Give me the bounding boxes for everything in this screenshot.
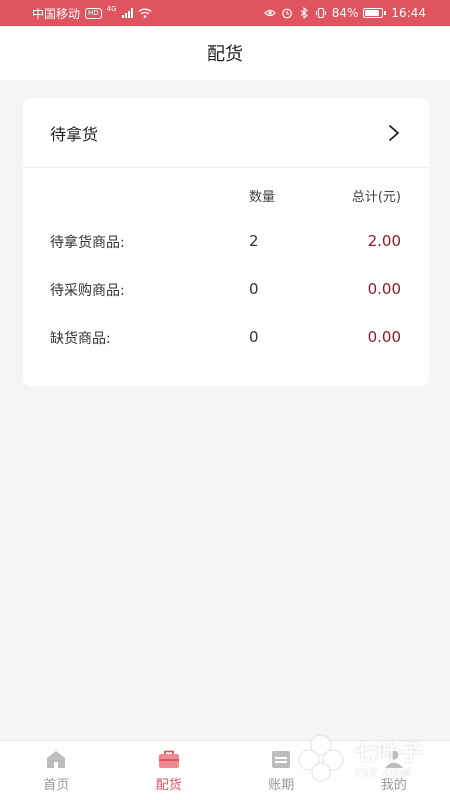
carrier-name: 中国移动 bbox=[32, 6, 81, 21]
row-quantity: 0 bbox=[249, 280, 259, 298]
table-header: 数量 总计(元) bbox=[23, 186, 429, 206]
tab-home[interactable]: 首页 bbox=[0, 741, 113, 800]
row-label: 待拿货商品: bbox=[50, 235, 125, 251]
total-column-header: 总计(元) bbox=[351, 190, 401, 205]
row-quantity: 0 bbox=[249, 328, 259, 346]
pending-pickup-label: 待拿货 bbox=[50, 124, 99, 144]
wifi-icon bbox=[138, 8, 152, 18]
battery-icon bbox=[363, 8, 387, 18]
quantity-column-header: 数量 bbox=[249, 190, 276, 205]
clock: 16:44 bbox=[391, 6, 426, 20]
battery-percent: 84% bbox=[331, 6, 359, 20]
row-label: 待采购商品: bbox=[50, 283, 125, 299]
alarm-icon bbox=[281, 8, 292, 19]
watermark-brand: 七叶子 bbox=[354, 740, 424, 766]
row-total: 0.00 bbox=[367, 280, 401, 298]
watermark: 七叶子 7YZ.COM bbox=[294, 726, 434, 788]
leaf-logo-icon bbox=[298, 734, 344, 782]
calendar-icon bbox=[272, 751, 291, 768]
row-quantity: 2 bbox=[249, 232, 259, 250]
home-icon bbox=[47, 751, 66, 768]
status-bar: 中国移动 HD 4G 84% 16:44 bbox=[0, 0, 450, 26]
row-total: 0.00 bbox=[367, 328, 401, 346]
table-row: 缺货商品: 0 0.00 bbox=[23, 328, 429, 348]
page-title: 配货 bbox=[207, 44, 243, 65]
tab-distribution[interactable]: 配货 bbox=[113, 741, 226, 800]
pickup-summary-card: 待拿货 数量 总计(元) 待拿货商品: 2 2.00 待采购商品: 0 0.00… bbox=[23, 98, 429, 386]
row-label: 缺货商品: bbox=[50, 331, 111, 347]
tab-label: 配货 bbox=[155, 778, 182, 793]
row-total: 2.00 bbox=[367, 232, 401, 250]
pending-pickup-header[interactable]: 待拿货 bbox=[23, 98, 429, 168]
hd-badge: HD bbox=[85, 7, 102, 19]
bluetooth-icon bbox=[300, 7, 308, 19]
vibrate-icon bbox=[315, 7, 326, 19]
tab-label: 首页 bbox=[43, 778, 70, 793]
nav-bar: 配货 bbox=[0, 26, 450, 80]
status-left: 中国移动 HD 4G bbox=[32, 5, 152, 22]
network-type: 4G bbox=[106, 4, 117, 13]
table-row: 待采购商品: 0 0.00 bbox=[23, 280, 429, 300]
briefcase-icon bbox=[158, 750, 179, 768]
chevron-right-icon[interactable] bbox=[387, 124, 401, 142]
table-row: 待拿货商品: 2 2.00 bbox=[23, 232, 429, 252]
tab-label: 账期 bbox=[268, 778, 295, 793]
eye-icon bbox=[263, 9, 276, 17]
watermark-domain: 7YZ.COM bbox=[354, 766, 412, 780]
status-right: 84% 16:44 bbox=[263, 6, 426, 20]
signal-icon bbox=[121, 8, 133, 18]
